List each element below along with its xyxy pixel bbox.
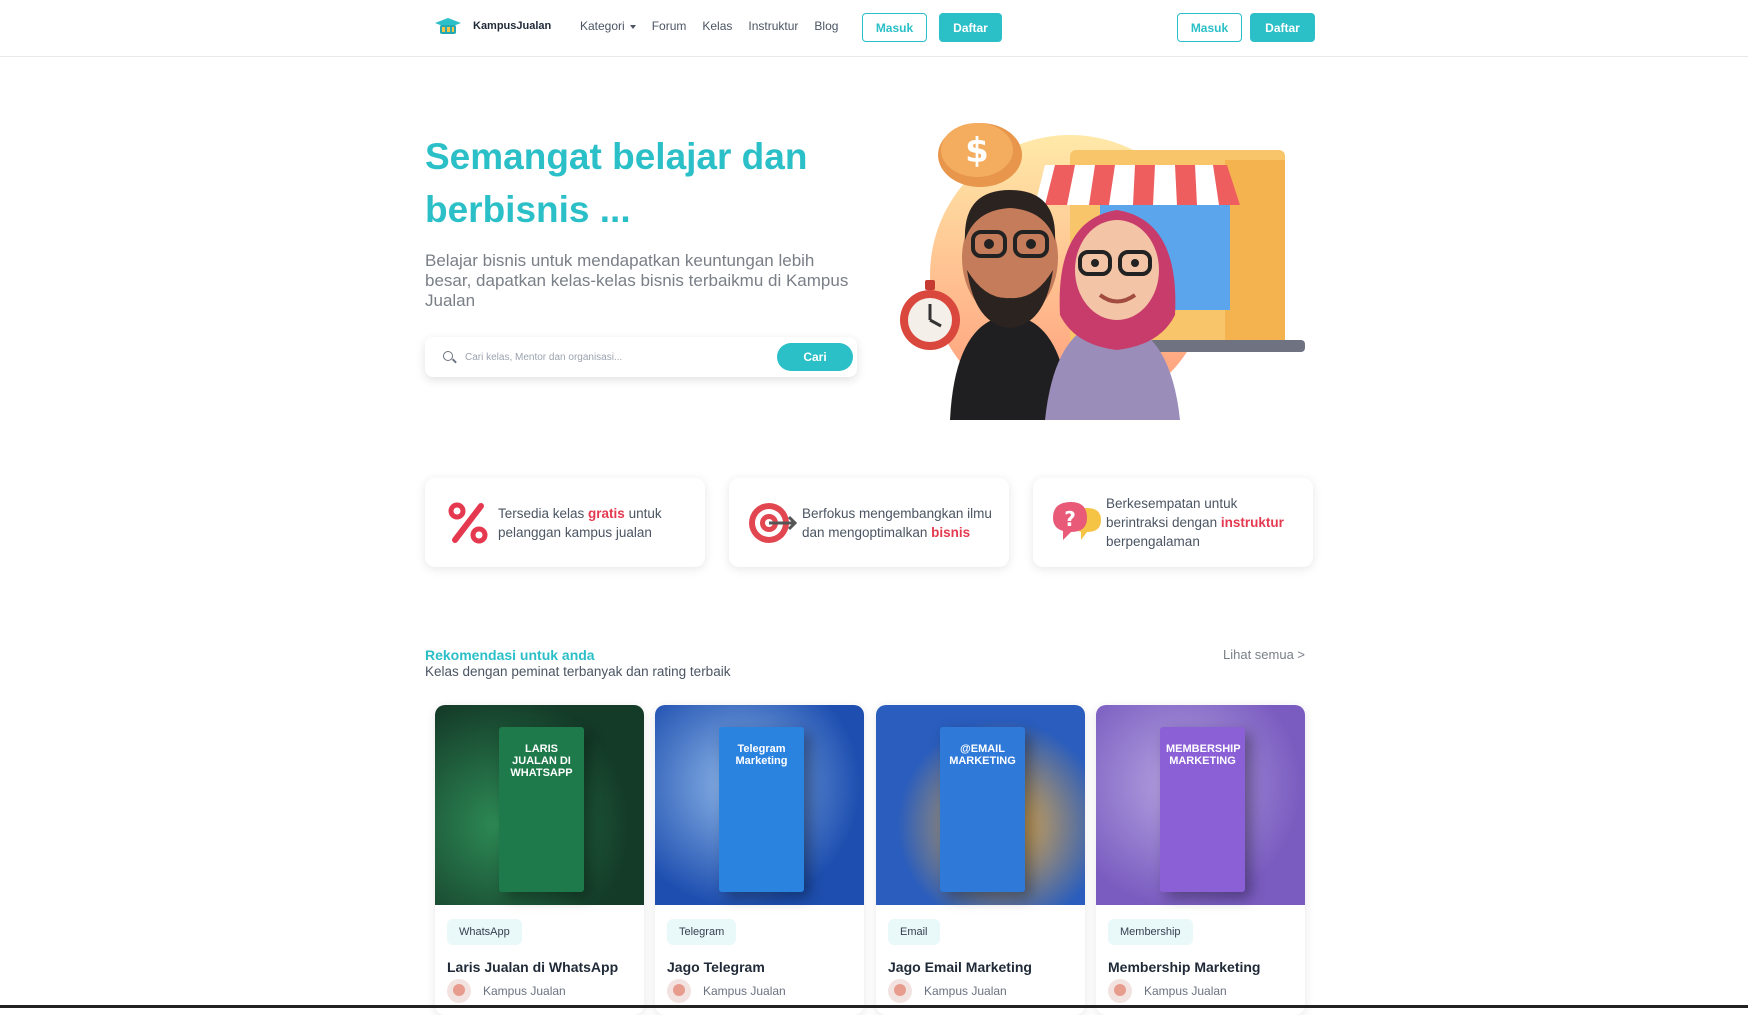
nav-forum[interactable]: Forum: [652, 19, 687, 33]
course-title[interactable]: Membership Marketing: [1108, 959, 1260, 975]
feature-text: Berfokus mengembangkan ilmu dan mengopti…: [802, 478, 997, 567]
main-nav: Kategori Forum Kelas Instruktur Blog: [580, 19, 838, 33]
login-button-right[interactable]: Masuk: [1177, 13, 1242, 42]
course-tag[interactable]: Email: [888, 919, 940, 945]
book-cover-title: Telegram Marketing: [735, 743, 788, 767]
feature-text: Tersedia kelas gratis untuk pelanggan ka…: [498, 478, 693, 567]
nav-kelas[interactable]: Kelas: [702, 19, 732, 33]
feature-card-free: Tersedia kelas gratis untuk pelanggan ka…: [425, 478, 705, 567]
course-tag[interactable]: Membership: [1108, 919, 1193, 945]
nav-kategori[interactable]: Kategori: [580, 19, 636, 33]
course-title[interactable]: Laris Jualan di WhatsApp: [447, 959, 618, 975]
caret-down-icon: [629, 24, 636, 29]
recommendations-title: Rekomendasi untuk anda: [425, 647, 595, 663]
course-author: Kampus Jualan: [667, 979, 786, 1003]
course-title[interactable]: Jago Email Marketing: [888, 959, 1032, 975]
course-cover: LARIS JUALAN DI WHATSAPP: [435, 705, 644, 905]
brand-logo[interactable]: KampusJualan: [433, 15, 551, 37]
hero-subtitle: Belajar bisnis untuk mendapatkan keuntun…: [425, 251, 849, 310]
course-card[interactable]: Telegram Marketing Telegram Jago Telegra…: [655, 705, 864, 1015]
feature-text-part: berpengalaman: [1106, 534, 1200, 549]
feature-card-instructor: ? Berkesempatan untuk berintraksi dengan…: [1033, 478, 1313, 567]
hero-illustration: $: [900, 123, 1305, 420]
book-cover-title: LARIS JUALAN DI WHATSAPP: [510, 743, 573, 779]
search-icon: [443, 351, 453, 361]
book-cover: MEMBERSHIP MARKETING: [1160, 727, 1245, 892]
feature-text: Berkesempatan untuk berintraksi dengan i…: [1106, 478, 1301, 567]
avatar: [888, 979, 912, 1003]
register-button[interactable]: Daftar: [939, 13, 1002, 42]
search-bar: Cari: [425, 337, 857, 377]
nav-blog[interactable]: Blog: [814, 19, 838, 33]
book-cover-title: @EMAIL MARKETING: [949, 743, 1016, 767]
author-name: Kampus Jualan: [924, 984, 1007, 998]
avatar: [667, 979, 691, 1003]
feature-highlight: bisnis: [931, 524, 971, 540]
login-button[interactable]: Masuk: [862, 13, 927, 42]
avatar: [1108, 979, 1132, 1003]
course-cover: Telegram Marketing: [655, 705, 864, 905]
course-tag[interactable]: Telegram: [667, 919, 737, 945]
feature-card-focus: Berfokus mengembangkan ilmu dan mengopti…: [729, 478, 1009, 567]
course-author: Kampus Jualan: [447, 979, 566, 1003]
book-cover: LARIS JUALAN DI WHATSAPP: [499, 727, 584, 892]
register-button-right[interactable]: Daftar: [1250, 13, 1315, 42]
percent-icon: [448, 502, 488, 544]
feature-highlight: gratis: [588, 505, 625, 521]
course-card[interactable]: MEMBERSHIP MARKETING Membership Membersh…: [1096, 705, 1305, 1015]
top-navbar: KampusJualan Kategori Forum Kelas Instru…: [0, 0, 1748, 57]
recommendations-subtitle: Kelas dengan peminat terbanyak dan ratin…: [425, 664, 731, 679]
hero-title: Semangat belajar dan berbisnis ...: [425, 136, 808, 230]
brand-name: KampusJualan: [473, 20, 552, 32]
course-title[interactable]: Jago Telegram: [667, 959, 765, 975]
course-cover: MEMBERSHIP MARKETING: [1096, 705, 1305, 905]
avatar: [447, 979, 471, 1003]
author-name: Kampus Jualan: [483, 984, 566, 998]
see-all-link[interactable]: Lihat semua >: [1223, 647, 1305, 662]
course-author: Kampus Jualan: [888, 979, 1007, 1003]
target-icon: [749, 503, 797, 543]
nav-kategori-label: Kategori: [580, 19, 625, 33]
question-chat-icon: ?: [1053, 502, 1101, 540]
course-author: Kampus Jualan: [1108, 979, 1227, 1003]
feature-text-part: Tersedia kelas: [498, 505, 589, 521]
feature-highlight: instruktur: [1220, 515, 1284, 530]
course-card[interactable]: @EMAIL MARKETING Email Jago Email Market…: [876, 705, 1085, 1015]
course-card[interactable]: LARIS JUALAN DI WHATSAPP WhatsApp Laris …: [435, 705, 644, 1015]
book-cover: @EMAIL MARKETING: [940, 727, 1025, 892]
course-cover: @EMAIL MARKETING: [876, 705, 1085, 905]
course-tag[interactable]: WhatsApp: [447, 919, 522, 945]
graduation-cap-icon: [435, 18, 461, 34]
nav-instruktur[interactable]: Instruktur: [748, 19, 798, 33]
author-name: Kampus Jualan: [703, 984, 786, 998]
svg-text:?: ?: [1064, 507, 1076, 531]
feature-text-part: Berkesempatan untuk berintraksi dengan: [1106, 496, 1238, 530]
author-name: Kampus Jualan: [1144, 984, 1227, 998]
book-cover-title: MEMBERSHIP MARKETING: [1166, 743, 1241, 767]
svg-text:$: $: [965, 131, 989, 171]
coin-icon: $: [938, 123, 1022, 187]
search-button[interactable]: Cari: [777, 343, 853, 371]
book-cover: Telegram Marketing: [719, 727, 804, 892]
search-input[interactable]: [465, 347, 765, 367]
